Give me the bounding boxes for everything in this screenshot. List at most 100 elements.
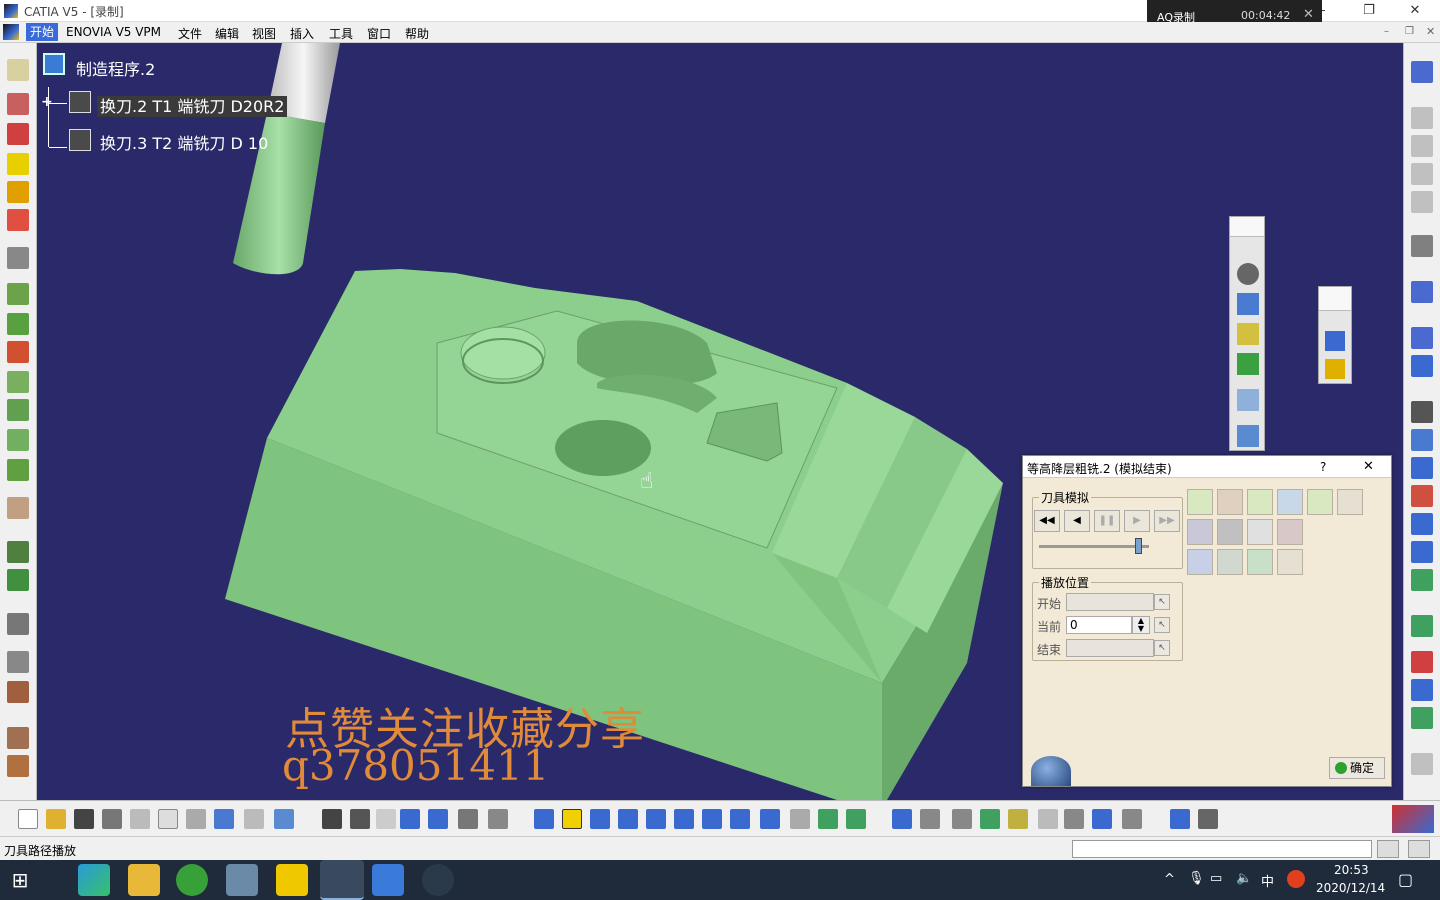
menu-view[interactable]: 视图	[252, 25, 276, 42]
dialog-help-button[interactable]: ?	[1320, 460, 1326, 474]
calculator-icon[interactable]	[226, 864, 258, 896]
report-icon[interactable]	[1247, 519, 1273, 545]
tool-facing-icon[interactable]	[7, 209, 29, 231]
sketch-icon[interactable]	[1092, 809, 1112, 829]
tool-simulate-icon[interactable]	[1411, 457, 1433, 479]
light-icon[interactable]	[376, 809, 396, 829]
doc-close-icon[interactable]: ✕	[1426, 25, 1435, 38]
tree-item-tool-change-3[interactable]: 换刀.3 T2 端铣刀 D 10	[97, 130, 271, 154]
shading-icon[interactable]	[790, 809, 810, 829]
tool-pencil-icon[interactable]	[7, 399, 29, 421]
speed-slider-thumb[interactable]	[1135, 538, 1142, 554]
fast-forward-button[interactable]: ▶▶	[1154, 510, 1180, 532]
workbench-icon[interactable]	[3, 24, 19, 40]
restore-button[interactable]: ❐	[1346, 0, 1392, 22]
sticky-notes-icon[interactable]	[276, 864, 308, 896]
copy-icon[interactable]	[158, 809, 178, 829]
tree-expand-icon[interactable]: +	[41, 94, 53, 110]
measure-icon[interactable]	[892, 809, 912, 829]
tool-compass-icon[interactable]	[1411, 235, 1433, 257]
tool-feature-icon[interactable]	[7, 681, 29, 703]
tool-machine-sim-icon[interactable]	[1411, 485, 1433, 507]
path-color-icon[interactable]	[1247, 489, 1273, 515]
save-icon[interactable]	[74, 809, 94, 829]
transform-icon[interactable]	[1008, 809, 1028, 829]
end-pick-icon[interactable]: ↖	[1154, 640, 1170, 656]
tool-roughing-icon[interactable]	[7, 283, 29, 305]
tool-geometry-icon[interactable]	[7, 613, 29, 635]
tool-doc4-icon[interactable]	[1411, 191, 1433, 213]
grid-table-icon[interactable]	[920, 809, 940, 829]
design-part-icon[interactable]	[1237, 353, 1259, 375]
lock-icon[interactable]	[458, 809, 478, 829]
menu-help[interactable]: 帮助	[405, 25, 429, 42]
compare-icon[interactable]	[1217, 549, 1243, 575]
multi-view-icon[interactable]	[730, 809, 750, 829]
tool-doc-icon[interactable]	[1411, 107, 1433, 129]
tool-contour-icon[interactable]	[7, 371, 29, 393]
tool-spiral-icon[interactable]	[7, 429, 29, 451]
menu-enovia[interactable]: ENOVIA V5 VPM	[66, 25, 161, 39]
video-icon[interactable]	[1187, 519, 1213, 545]
machine-icon[interactable]	[1237, 263, 1259, 285]
windows-start-icon[interactable]: ⊞	[8, 868, 32, 892]
current-pick-icon[interactable]: ↖	[1154, 617, 1170, 633]
app-bird-icon[interactable]	[372, 864, 404, 896]
menu-insert[interactable]: 插入	[290, 25, 314, 42]
tool-axis-icon[interactable]	[7, 59, 29, 81]
menu-edit[interactable]: 编辑	[215, 25, 239, 42]
tool-transition-icon[interactable]	[7, 651, 29, 673]
tool-analyze-icon[interactable]	[7, 727, 29, 749]
paste-icon[interactable]	[186, 809, 206, 829]
speed-slider-track[interactable]	[1039, 545, 1149, 548]
tool-pocket-icon[interactable]	[7, 181, 29, 203]
tray-overflow-icon[interactable]: ^	[1164, 872, 1175, 887]
point-info-icon[interactable]	[1277, 489, 1303, 515]
tray-mic-icon[interactable]: 🎙	[1188, 871, 1205, 886]
tool-stock-icon[interactable]	[7, 153, 29, 175]
status-button-1[interactable]	[1377, 840, 1399, 858]
table-icon[interactable]	[400, 809, 420, 829]
menu-tools[interactable]: 工具	[329, 25, 353, 42]
clock-time[interactable]: 20:53	[1334, 863, 1369, 877]
zoom-in-icon[interactable]	[646, 809, 666, 829]
tool-update-icon[interactable]	[1411, 707, 1433, 729]
tool-doc2-icon[interactable]	[1411, 135, 1433, 157]
close-button[interactable]: ✕	[1392, 0, 1438, 22]
comment-icon[interactable]	[350, 809, 370, 829]
transition-icon[interactable]	[1237, 425, 1259, 447]
remove-material-icon[interactable]	[1247, 549, 1273, 575]
current-spinner[interactable]: ▲ ▼	[1132, 616, 1150, 634]
normal-view-icon[interactable]	[702, 809, 722, 829]
dialog-close-button[interactable]: ✕	[1363, 459, 1374, 474]
tool-cutter-icon[interactable]	[7, 247, 29, 269]
collision-icon[interactable]	[1337, 489, 1363, 515]
part-body-icon[interactable]	[980, 809, 1000, 829]
select-cursor-icon[interactable]	[1411, 281, 1433, 303]
floating-toolbar-handle[interactable]	[1230, 217, 1264, 237]
formula-icon[interactable]	[322, 809, 342, 829]
pan-icon[interactable]	[590, 809, 610, 829]
iso-view-icon[interactable]	[760, 809, 780, 829]
display-mode-icon[interactable]	[1187, 489, 1213, 515]
step-back-button[interactable]: ◀	[1064, 510, 1090, 532]
inertia-icon[interactable]	[1198, 809, 1218, 829]
tray-network-icon[interactable]: ▭	[1210, 871, 1222, 886]
tool-drill-icon[interactable]	[7, 497, 29, 519]
tray-volume-icon[interactable]: 🔈	[1236, 871, 1252, 886]
app-green-icon[interactable]	[176, 864, 208, 896]
tool-list-icon[interactable]	[1411, 355, 1433, 377]
fit-all-icon[interactable]	[562, 809, 582, 829]
new-file-icon[interactable]	[18, 809, 38, 829]
clock-date[interactable]: 2020/12/14	[1316, 881, 1385, 895]
menu-start[interactable]: 开始	[26, 23, 59, 41]
end-field[interactable]	[1066, 639, 1154, 657]
tool-catalog-icon[interactable]	[1411, 753, 1433, 775]
tool-part-icon[interactable]	[7, 123, 29, 145]
tool-display-icon[interactable]	[1217, 489, 1243, 515]
ok-button[interactable]: 确定	[1329, 757, 1385, 779]
tool-aptsource-icon[interactable]	[1411, 513, 1433, 535]
menu-file[interactable]: 文件	[178, 25, 202, 42]
notification-icon[interactable]: ▢	[1398, 870, 1413, 889]
tray-app-icon[interactable]	[1287, 870, 1305, 888]
